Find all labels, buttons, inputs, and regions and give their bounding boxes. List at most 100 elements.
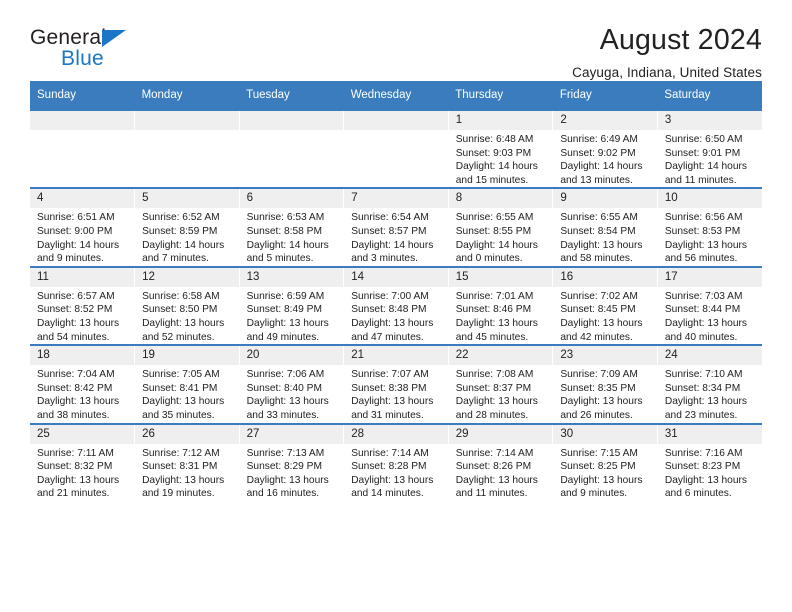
calendar-day-cell[interactable]: 2 Sunrise: 6:49 AM Sunset: 9:02 PM Daylight… bbox=[552, 108, 658, 189]
sunset-text: Sunset: 8:32 PM bbox=[37, 461, 113, 473]
day-details: Sunrise: 6:49 AM Sunset: 9:02 PM Daylight:… bbox=[553, 130, 657, 187]
generalblue-logo: General Blue bbox=[30, 26, 150, 74]
daylight-text: Daylight: 14 hours and 13 minutes. bbox=[560, 161, 643, 186]
sunset-text: Sunset: 8:49 PM bbox=[246, 304, 322, 316]
day-number: 21 bbox=[344, 346, 448, 366]
sunset-text: Sunset: 8:42 PM bbox=[37, 382, 113, 394]
sunrise-text: Sunrise: 6:49 AM bbox=[560, 134, 638, 145]
sunset-text: Sunset: 8:31 PM bbox=[142, 461, 218, 473]
day-details: Sunrise: 6:50 AM Sunset: 9:01 PM Daylight:… bbox=[658, 130, 762, 187]
calendar-day-cell[interactable]: 22 Sunrise: 7:08 AM Sunset: 8:37 PM Dayligh… bbox=[448, 344, 554, 424]
sunrise-text: Sunrise: 6:56 AM bbox=[664, 212, 743, 224]
calendar-day-cell[interactable]: 3 Sunrise: 6:50 AM Sunset: 9:01 PM Daylight… bbox=[657, 108, 762, 189]
day-number: 12 bbox=[135, 267, 239, 287]
day-cell-content: 10 Sunrise: 6:56 AM Sunset: 8:53 PM Dayligh… bbox=[657, 189, 762, 265]
day-number: 14 bbox=[344, 267, 448, 287]
day-number: 7 bbox=[344, 189, 448, 209]
calendar-day-cell[interactable]: 5 Sunrise: 6:52 AM Sunset: 8:59 PM Daylight… bbox=[134, 187, 240, 267]
day-details: Sunrise: 6:56 AM Sunset: 8:53 PM Daylight:… bbox=[658, 208, 762, 265]
sunrise-text: Sunrise: 6:58 AM bbox=[142, 290, 220, 302]
day-number: 4 bbox=[30, 189, 135, 209]
sunset-text: Sunset: 8:34 PM bbox=[664, 382, 741, 394]
daylight-text: Daylight: 14 hours and 9 minutes. bbox=[37, 239, 120, 265]
day-cell-content: 5 Sunrise: 6:52 AM Sunset: 8:59 PM Daylight… bbox=[135, 189, 239, 265]
calendar-day-cell[interactable]: 23 Sunrise: 7:09 AM Sunset: 8:35 PM Dayligh… bbox=[552, 344, 658, 424]
calendar-day-cell[interactable]: 29 Sunrise: 7:14 AM Sunset: 8:26 PM Dayligh… bbox=[448, 422, 554, 501]
calendar-day-cell[interactable]: 11 Sunrise: 6:57 AM Sunset: 8:52 PM Dayligh… bbox=[30, 265, 136, 346]
daylight-text: Daylight: 13 hours and 9 minutes. bbox=[560, 474, 643, 500]
day-cell-content: 6 Sunrise: 6:53 AM Sunset: 8:58 PM Daylight… bbox=[239, 189, 344, 265]
day-number: 24 bbox=[657, 346, 762, 366]
calendar-day-cell[interactable]: 30 Sunrise: 7:15 AM Sunset: 8:25 PM Dayligh… bbox=[552, 422, 658, 501]
day-number bbox=[30, 111, 135, 130]
day-details: Sunrise: 7:09 AM Sunset: 8:35 PM Daylight:… bbox=[553, 365, 657, 422]
calendar-day-cell[interactable]: 4 Sunrise: 6:51 AM Sunset: 9:00 PM Daylight… bbox=[30, 187, 136, 267]
day-cell-content: 7 Sunrise: 6:54 AM Sunset: 8:57 PM Daylight… bbox=[344, 189, 448, 265]
calendar-body: 1 Sunrise: 6:48 AM Sunset: 9:03 PM Daylight… bbox=[30, 108, 762, 501]
daylight-text: Daylight: 13 hours and 38 minutes. bbox=[37, 396, 120, 421]
day-number: 28 bbox=[344, 424, 448, 444]
calendar-day-cell[interactable]: 18 Sunrise: 7:04 AM Sunset: 8:42 PM Dayligh… bbox=[30, 344, 136, 424]
calendar-day-cell[interactable]: 14 Sunrise: 7:00 AM Sunset: 8:48 PM Dayligh… bbox=[343, 265, 449, 346]
calendar-day-cell[interactable]: 20 Sunrise: 7:06 AM Sunset: 8:40 PM Dayligh… bbox=[239, 344, 345, 424]
calendar-page: General Blue August 2024 Cayuga, Indiana… bbox=[0, 0, 792, 612]
sunset-text: Sunset: 8:38 PM bbox=[351, 382, 427, 394]
calendar-day-cell[interactable]: 1 Sunrise: 6:48 AM Sunset: 9:03 PM Daylight… bbox=[448, 108, 554, 189]
calendar-day-cell[interactable]: 12 Sunrise: 6:58 AM Sunset: 8:50 PM Dayligh… bbox=[134, 265, 240, 346]
calendar-day-cell[interactable]: 6 Sunrise: 6:53 AM Sunset: 8:58 PM Daylight… bbox=[239, 187, 345, 267]
calendar-cell-empty bbox=[30, 108, 136, 189]
calendar-cell-empty bbox=[343, 108, 449, 189]
daylight-text: Daylight: 14 hours and 3 minutes. bbox=[351, 239, 434, 265]
logo-text-blue: Blue bbox=[61, 47, 104, 70]
calendar-day-cell[interactable]: 8 Sunrise: 6:55 AM Sunset: 8:55 PM Daylight… bbox=[448, 187, 554, 267]
sunrise-sunset-calendar: Sunday Monday Tuesday Wednesday Thursday… bbox=[30, 81, 762, 501]
day-number: 27 bbox=[239, 424, 344, 444]
day-cell-content: 16 Sunrise: 7:02 AM Sunset: 8:45 PM Dayligh… bbox=[553, 267, 657, 344]
weekday-header-row: Sunday Monday Tuesday Wednesday Thursday… bbox=[30, 81, 762, 110]
day-cell-content: 20 Sunrise: 7:06 AM Sunset: 8:40 PM Dayligh… bbox=[239, 346, 344, 422]
day-cell-content bbox=[30, 111, 135, 187]
day-number: 16 bbox=[553, 267, 657, 287]
calendar-day-cell[interactable]: 24 Sunrise: 7:10 AM Sunset: 8:34 PM Dayligh… bbox=[657, 344, 762, 424]
day-details: Sunrise: 6:48 AM Sunset: 9:03 PM Daylight:… bbox=[449, 130, 553, 187]
calendar-day-cell[interactable]: 31 Sunrise: 7:16 AM Sunset: 8:23 PM Dayligh… bbox=[657, 422, 762, 501]
day-cell-content: 23 Sunrise: 7:09 AM Sunset: 8:35 PM Dayligh… bbox=[553, 346, 657, 422]
weekday-header-saturday: Saturday bbox=[657, 81, 762, 110]
day-cell-content: 22 Sunrise: 7:08 AM Sunset: 8:37 PM Dayligh… bbox=[448, 346, 553, 422]
calendar-day-cell[interactable]: 13 Sunrise: 6:59 AM Sunset: 8:49 PM Dayligh… bbox=[239, 265, 345, 346]
calendar-day-cell[interactable]: 7 Sunrise: 6:54 AM Sunset: 8:57 PM Daylight… bbox=[343, 187, 449, 267]
day-cell-content: 8 Sunrise: 6:55 AM Sunset: 8:55 PM Daylight… bbox=[448, 189, 553, 265]
day-cell-content: 27 Sunrise: 7:13 AM Sunset: 8:29 PM Dayligh… bbox=[239, 424, 344, 501]
daylight-text: Daylight: 13 hours and 49 minutes. bbox=[246, 317, 329, 343]
daylight-text: Daylight: 13 hours and 28 minutes. bbox=[455, 396, 538, 421]
day-details: Sunrise: 7:10 AM Sunset: 8:34 PM Daylight:… bbox=[658, 365, 762, 422]
daylight-text: Daylight: 13 hours and 31 minutes. bbox=[351, 396, 434, 421]
calendar-day-cell[interactable]: 17 Sunrise: 7:03 AM Sunset: 8:44 PM Dayligh… bbox=[657, 265, 762, 346]
day-cell-content: 15 Sunrise: 7:01 AM Sunset: 8:46 PM Dayligh… bbox=[448, 267, 553, 344]
calendar-day-cell[interactable]: 10 Sunrise: 6:56 AM Sunset: 8:53 PM Dayligh… bbox=[657, 187, 762, 267]
day-details: Sunrise: 7:11 AM Sunset: 8:32 PM Daylight:… bbox=[30, 444, 134, 501]
calendar-day-cell[interactable]: 27 Sunrise: 7:13 AM Sunset: 8:29 PM Dayligh… bbox=[239, 422, 345, 501]
calendar-day-cell[interactable]: 15 Sunrise: 7:01 AM Sunset: 8:46 PM Dayligh… bbox=[448, 265, 554, 346]
sunset-text: Sunset: 8:23 PM bbox=[664, 461, 741, 473]
calendar-day-cell[interactable]: 26 Sunrise: 7:12 AM Sunset: 8:31 PM Dayligh… bbox=[134, 422, 240, 501]
calendar-cell-empty bbox=[134, 108, 240, 189]
calendar-day-cell[interactable]: 28 Sunrise: 7:14 AM Sunset: 8:28 PM Dayligh… bbox=[343, 422, 449, 501]
calendar-day-cell[interactable]: 9 Sunrise: 6:55 AM Sunset: 8:54 PM Daylight… bbox=[552, 187, 658, 267]
weekday-header-monday: Monday bbox=[134, 81, 240, 110]
calendar-day-cell[interactable]: 19 Sunrise: 7:05 AM Sunset: 8:41 PM Dayligh… bbox=[134, 344, 240, 424]
day-cell-content: 14 Sunrise: 7:00 AM Sunset: 8:48 PM Dayligh… bbox=[344, 267, 448, 344]
daylight-text: Daylight: 13 hours and 33 minutes. bbox=[246, 396, 329, 421]
day-cell-content: 12 Sunrise: 6:58 AM Sunset: 8:50 PM Dayligh… bbox=[135, 267, 239, 344]
sunrise-text: Sunrise: 7:14 AM bbox=[455, 447, 534, 459]
day-details: Sunrise: 7:06 AM Sunset: 8:40 PM Daylight:… bbox=[240, 365, 344, 422]
daylight-text: Daylight: 13 hours and 40 minutes. bbox=[664, 317, 747, 343]
sunset-text: Sunset: 9:02 PM bbox=[560, 147, 636, 159]
calendar-day-cell[interactable]: 25 Sunrise: 7:11 AM Sunset: 8:32 PM Dayligh… bbox=[30, 422, 136, 501]
daylight-text: Daylight: 14 hours and 0 minutes. bbox=[455, 239, 538, 265]
calendar-day-cell[interactable]: 16 Sunrise: 7:02 AM Sunset: 8:45 PM Dayligh… bbox=[552, 265, 658, 346]
calendar-day-cell[interactable]: 21 Sunrise: 7:07 AM Sunset: 8:38 PM Dayligh… bbox=[343, 344, 449, 424]
weekday-header-thursday: Thursday bbox=[448, 81, 553, 110]
daylight-text: Daylight: 14 hours and 11 minutes. bbox=[664, 161, 747, 186]
sunrise-text: Sunrise: 7:09 AM bbox=[560, 369, 638, 381]
